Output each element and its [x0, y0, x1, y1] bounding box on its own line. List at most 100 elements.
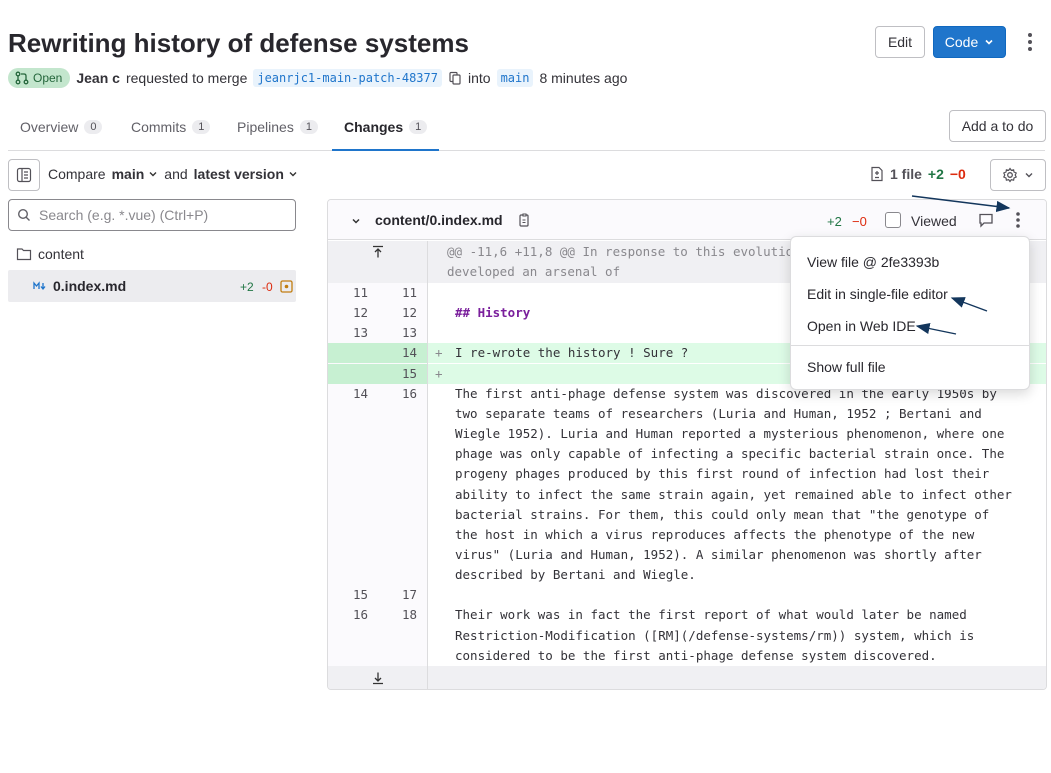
tab-count: 1 — [192, 120, 211, 134]
more-actions-button[interactable] — [1020, 30, 1040, 54]
copy-icon[interactable] — [448, 71, 462, 85]
compare-version-dropdown[interactable]: latest version — [194, 166, 298, 182]
diff-line-text: ## History — [455, 305, 531, 321]
diff-file-header: content/0.index.md +2 −0 Viewed — [328, 200, 1046, 240]
hunk-header-text: @@ -11,6 +11,8 @@ In response to this ev… — [447, 244, 794, 259]
added-count: +2 — [927, 166, 944, 182]
hunk-header-text: developed an arsenal of — [447, 264, 621, 279]
chevron-down-icon — [289, 172, 297, 177]
and-text: and — [164, 166, 188, 182]
old-line-number[interactable]: 12 — [340, 303, 368, 323]
old-line-number[interactable]: 15 — [340, 585, 368, 605]
toggle-file-tree-button[interactable] — [8, 159, 40, 191]
author-link[interactable]: Jean c — [76, 70, 120, 86]
diff-line: the host in which a virus reproduces aff… — [328, 525, 1046, 545]
tab-overview[interactable]: Overview 0 — [20, 104, 103, 150]
expand-down-row — [328, 666, 1046, 689]
tab-label: Pipelines — [237, 119, 294, 135]
diff-line-text: virus" (Luria and Human, 1952). A simila… — [455, 546, 982, 562]
old-line-number[interactable]: 14 — [340, 384, 368, 404]
new-line-number[interactable]: 11 — [389, 283, 417, 303]
diff-line: two separate teams of researchers (Luria… — [328, 404, 1046, 424]
file-actions-menu: View file @ 2fe3393b Edit in single-file… — [790, 236, 1030, 390]
compare-base-dropdown[interactable]: main — [112, 166, 159, 182]
diff-line-text: Wiegle 1952). Luria and Human reported a… — [455, 426, 1005, 442]
new-line-number[interactable]: 15 — [389, 364, 417, 384]
old-line-number[interactable]: 16 — [340, 605, 368, 625]
diff-line-text: two separate teams of researchers (Luria… — [455, 405, 982, 421]
diff-settings-button[interactable] — [990, 159, 1046, 191]
compare-bar: Compare main and latest version — [48, 166, 298, 182]
new-line-number[interactable]: 14 — [389, 343, 417, 363]
expand-up-icon[interactable] — [371, 245, 385, 259]
tree-file[interactable]: 0.index.md +2 -0 — [8, 270, 296, 302]
diff-line-text: ability to infect the same strain again,… — [455, 486, 1012, 502]
menu-open-web-ide[interactable]: Open in Web IDE — [807, 318, 916, 334]
menu-show-full-file[interactable]: Show full file — [807, 359, 886, 375]
tab-count: 1 — [409, 119, 428, 134]
kebab-icon — [1028, 33, 1032, 51]
tab-label: Commits — [131, 119, 187, 135]
search-input[interactable] — [39, 207, 279, 223]
tab-commits[interactable]: Commits 1 — [131, 104, 211, 150]
chevron-down-icon — [985, 39, 993, 45]
file-stats: 1 file +2 −0 — [870, 166, 966, 182]
status-badge: Open — [8, 68, 71, 88]
diff-line: considered to be the first anti-phage de… — [328, 646, 1046, 666]
file-name: 0.index.md — [53, 278, 127, 294]
diff-marker: + — [435, 345, 443, 361]
source-branch[interactable]: jeanrjc1-main-patch-48377 — [253, 69, 442, 87]
comment-icon[interactable] — [978, 212, 994, 228]
new-line-number[interactable]: 17 — [389, 585, 417, 605]
viewed-checkbox[interactable] — [885, 212, 901, 228]
tab-changes[interactable]: Changes 1 — [332, 104, 440, 151]
files-count: 1 file — [890, 166, 922, 182]
diff-line: bacterial strains. For them, this could … — [328, 505, 1046, 525]
copy-icon[interactable] — [518, 213, 532, 228]
kebab-icon[interactable] — [1010, 210, 1026, 230]
diff-line: 16 18 Their work was in fact the first rep… — [328, 605, 1046, 625]
new-line-number[interactable]: 13 — [389, 323, 417, 343]
tab-label: Changes — [344, 118, 404, 135]
diff-file-path[interactable]: content/0.index.md — [375, 212, 503, 228]
old-line-number[interactable]: 11 — [340, 283, 368, 303]
timestamp: 8 minutes ago — [539, 70, 628, 86]
search-icon — [17, 208, 30, 221]
viewed-label: Viewed — [911, 213, 957, 229]
tab-count: 0 — [84, 120, 103, 134]
diff-line: ability to infect the same strain again,… — [328, 485, 1046, 505]
diff-line-text: the host in which a virus reproduces aff… — [455, 526, 975, 542]
add-todo-button[interactable]: Add a to do — [949, 110, 1046, 142]
menu-edit-single-file[interactable]: Edit in single-file editor — [807, 286, 948, 302]
mr-meta: Open Jean c requested to merge jeanrjc1-… — [8, 66, 627, 90]
diff-line: virus" (Luria and Human, 1952). A simila… — [328, 545, 1046, 565]
tree-folder[interactable]: content — [16, 243, 84, 265]
new-line-number[interactable]: 12 — [389, 303, 417, 323]
diff-line-text: described by Bertani and Wiegle. — [455, 567, 696, 583]
target-branch[interactable]: main — [496, 69, 534, 87]
edit-button[interactable]: Edit — [875, 26, 925, 58]
diff-line-text: bacterial strains. For them, this could … — [455, 506, 990, 522]
folder-icon — [16, 248, 32, 261]
requested-text: requested to merge — [125, 70, 248, 86]
new-line-number[interactable]: 18 — [389, 605, 417, 625]
file-added: +2 — [240, 280, 254, 294]
diff-line: progeny phages produced by this first ro… — [328, 464, 1046, 484]
new-line-number[interactable]: 16 — [389, 384, 417, 404]
old-line-number[interactable]: 13 — [340, 323, 368, 343]
expand-down-icon[interactable] — [371, 671, 385, 685]
tab-pipelines[interactable]: Pipelines 1 — [237, 104, 318, 150]
folder-name: content — [38, 246, 84, 262]
file-diff-icon — [871, 166, 883, 182]
diff-removed: −0 — [852, 214, 867, 229]
file-search[interactable] — [8, 199, 296, 231]
collapse-chevron-icon[interactable] — [350, 215, 362, 227]
menu-view-file[interactable]: View file @ 2fe3393b — [807, 254, 939, 270]
removed-count: −0 — [949, 166, 966, 182]
chevron-down-icon — [149, 172, 157, 177]
diff-line-text: phage was only capable of infecting a sp… — [455, 446, 1005, 462]
code-button[interactable]: Code — [933, 26, 1006, 58]
markdown-icon — [33, 281, 46, 291]
chevron-down-icon — [1025, 173, 1033, 178]
file-tree-icon — [16, 167, 32, 183]
